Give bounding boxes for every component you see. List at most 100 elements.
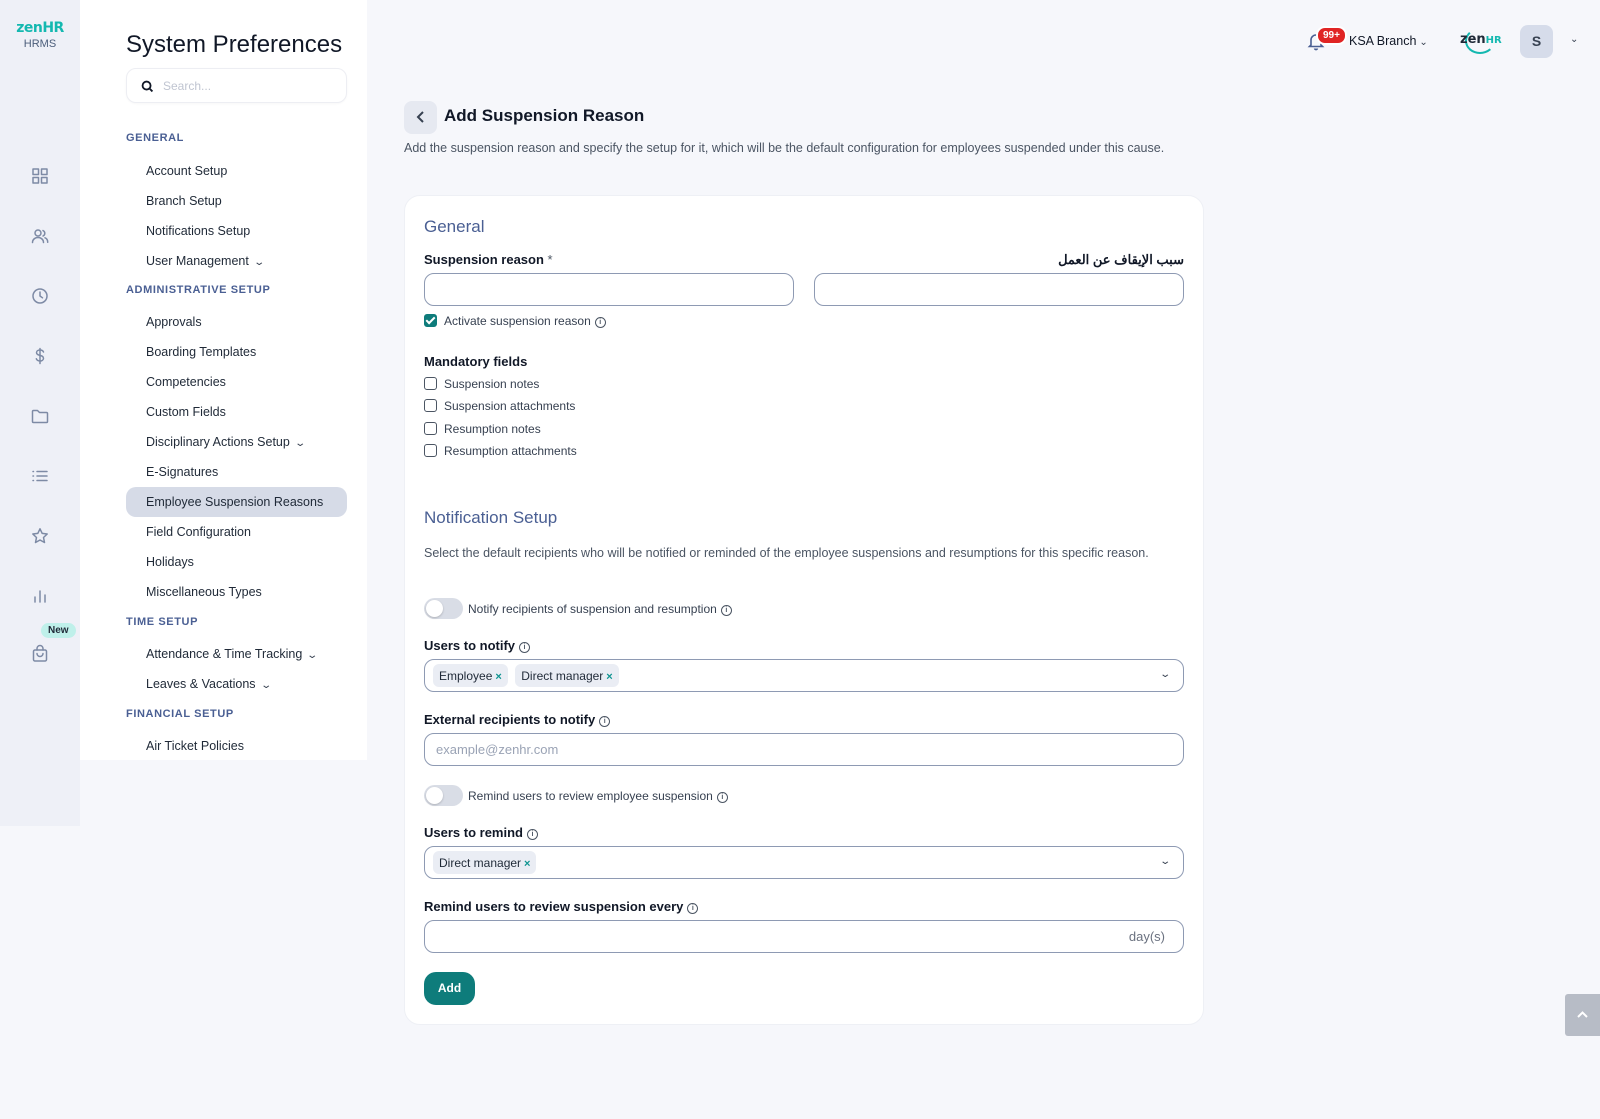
sidebar-item-leaves[interactable]: Leaves & Vacations ⌄ <box>126 669 347 699</box>
search-placeholder: Search... <box>163 79 212 93</box>
label-text: Users to remind <box>424 825 523 840</box>
sidebar-search-input[interactable]: Search... <box>126 68 347 103</box>
sidebar-item-notifications-setup[interactable]: Notifications Setup <box>126 216 347 246</box>
sidebar-item-user-management[interactable]: User Management ⌄ <box>126 246 347 276</box>
account-menu-chevron-icon[interactable]: ⌄ <box>1570 34 1578 45</box>
remove-tag-icon[interactable]: × <box>495 671 501 683</box>
tag-label: Employee <box>439 669 493 683</box>
sidebar-item-boarding-templates[interactable]: Boarding Templates <box>126 337 347 367</box>
suspension-reason-label: Suspension reason * <box>424 252 553 267</box>
list-icon[interactable] <box>30 466 50 486</box>
sidebar-item-label: Notifications Setup <box>146 224 251 238</box>
sidebar-item-competencies[interactable]: Competencies <box>126 367 347 397</box>
sidebar-item-field-configuration[interactable]: Field Configuration <box>126 517 347 547</box>
star-icon[interactable] <box>30 526 50 546</box>
company-logo-main: zen <box>1460 32 1486 47</box>
checkbox-label: Resumption notes <box>444 422 541 436</box>
users-to-notify-select[interactable]: Employee × Direct manager × ⌄ <box>424 659 1184 692</box>
activate-label: Activate suspension reason <box>444 314 591 328</box>
activate-suspension-checkbox-row[interactable]: Activate suspension reason i <box>424 314 606 328</box>
sidebar-item-employee-suspension-reasons[interactable]: Employee Suspension Reasons <box>126 487 347 517</box>
people-icon[interactable] <box>30 226 50 246</box>
branch-selector[interactable]: KSA Branch ⌄ <box>1349 34 1428 48</box>
remind-every-input[interactable]: day(s) <box>424 920 1184 953</box>
checkbox[interactable] <box>424 422 437 435</box>
sidebar-item-custom-fields[interactable]: Custom Fields <box>126 397 347 427</box>
remind-users-label: Remind users to review employee suspensi… <box>468 789 728 803</box>
sidebar-item-label: Attendance & Time Tracking <box>146 647 303 661</box>
remove-tag-icon[interactable]: × <box>524 858 530 870</box>
remind-every-label: Remind users to review suspension every i <box>424 899 699 914</box>
info-icon[interactable]: i <box>687 903 699 914</box>
checkbox[interactable] <box>424 377 437 390</box>
sidebar-item-holidays[interactable]: Holidays <box>126 547 347 577</box>
chevron-down-icon[interactable]: ⌄ <box>1159 669 1171 680</box>
checkbox[interactable] <box>424 399 437 412</box>
scroll-to-top-button[interactable] <box>1565 994 1600 1036</box>
info-icon[interactable]: i <box>720 605 732 616</box>
back-button[interactable] <box>404 101 437 134</box>
sidebar-item-e-signatures[interactable]: E-Signatures <box>126 457 347 487</box>
remove-tag-icon[interactable]: × <box>606 671 612 683</box>
sidebar-item-air-ticket[interactable]: Air Ticket Policies <box>126 731 347 761</box>
chevron-up-icon <box>1577 1011 1588 1018</box>
remind-users-toggle[interactable] <box>424 785 463 806</box>
info-icon[interactable]: i <box>716 792 728 803</box>
mandatory-suspension-notes[interactable]: Suspension notes <box>424 377 539 391</box>
section-time: TIME SETUP <box>126 616 199 628</box>
logo-subtitle: HRMS <box>23 38 57 50</box>
bag-icon[interactable] <box>30 644 50 664</box>
label-text: External recipients to notify <box>424 712 596 727</box>
clock-icon[interactable] <box>30 286 50 306</box>
zenhr-logo[interactable]: zenHR HRMS <box>10 16 70 50</box>
info-icon[interactable]: i <box>526 829 538 840</box>
sidebar-item-label: Approvals <box>146 315 202 329</box>
notification-section-title: Notification Setup <box>424 508 558 527</box>
sidebar-item-branch-setup[interactable]: Branch Setup <box>126 186 347 216</box>
sidebar-item-label: Miscellaneous Types <box>146 585 262 599</box>
external-recipients-input[interactable]: example@zenhr.com <box>424 733 1184 766</box>
sidebar-item-label: Holidays <box>146 555 194 569</box>
folder-icon[interactable] <box>30 406 50 426</box>
checkbox[interactable] <box>424 444 437 457</box>
dollar-icon[interactable] <box>30 346 50 366</box>
info-icon[interactable]: i <box>599 716 611 727</box>
checkbox-label: Suspension attachments <box>444 399 576 413</box>
sidebar-item-attendance[interactable]: Attendance & Time Tracking ⌄ <box>126 639 347 669</box>
mandatory-resumption-notes[interactable]: Resumption notes <box>424 422 541 436</box>
mandatory-suspension-attachments[interactable]: Suspension attachments <box>424 399 575 413</box>
new-badge: New <box>41 623 76 638</box>
toggle-label-text: Notify recipients of suspension and resu… <box>468 602 717 616</box>
sidebar-item-approvals[interactable]: Approvals <box>126 307 347 337</box>
users-to-remind-select[interactable]: Direct manager × ⌄ <box>424 846 1184 879</box>
search-icon <box>141 80 154 93</box>
input-placeholder: example@zenhr.com <box>436 742 559 757</box>
company-logo[interactable]: zenHR <box>1460 32 1502 47</box>
page-description: Add the suspension reason and specify th… <box>404 141 1165 155</box>
add-button[interactable]: Add <box>424 972 475 1005</box>
info-icon[interactable]: i <box>519 642 531 653</box>
sidebar-item-miscellaneous-types[interactable]: Miscellaneous Types <box>126 577 347 607</box>
toggle-label-text: Remind users to review employee suspensi… <box>468 789 713 803</box>
info-icon[interactable]: i <box>594 317 606 328</box>
notification-description: Select the default recipients who will b… <box>424 546 1149 560</box>
chevron-down-icon[interactable]: ⌄ <box>1159 856 1171 867</box>
suspension-reason-input[interactable] <box>424 273 794 306</box>
sidebar-item-disciplinary-actions[interactable]: Disciplinary Actions Setup ⌄ <box>126 427 347 457</box>
tag-label: Direct manager <box>521 669 604 683</box>
dashboard-icon[interactable] <box>30 166 50 186</box>
tag-label: Direct manager <box>439 856 522 870</box>
notify-recipients-label: Notify recipients of suspension and resu… <box>468 602 732 616</box>
suspension-reason-arabic-input[interactable] <box>814 273 1184 306</box>
sidebar-item-label: Custom Fields <box>146 405 226 419</box>
chart-icon[interactable] <box>30 586 50 606</box>
users-to-remind-label: Users to remind i <box>424 825 538 840</box>
notification-count-badge: 99+ <box>1316 26 1347 45</box>
notify-recipients-toggle[interactable] <box>424 598 463 619</box>
icon-rail: zenHR HRMS New <box>0 0 80 826</box>
avatar[interactable]: S <box>1520 25 1553 58</box>
activate-checkbox[interactable] <box>424 314 437 327</box>
sidebar-item-account-setup[interactable]: Account Setup <box>126 156 347 186</box>
mandatory-resumption-attachments[interactable]: Resumption attachments <box>424 444 577 458</box>
tag-direct-manager: Direct manager × <box>433 851 537 874</box>
